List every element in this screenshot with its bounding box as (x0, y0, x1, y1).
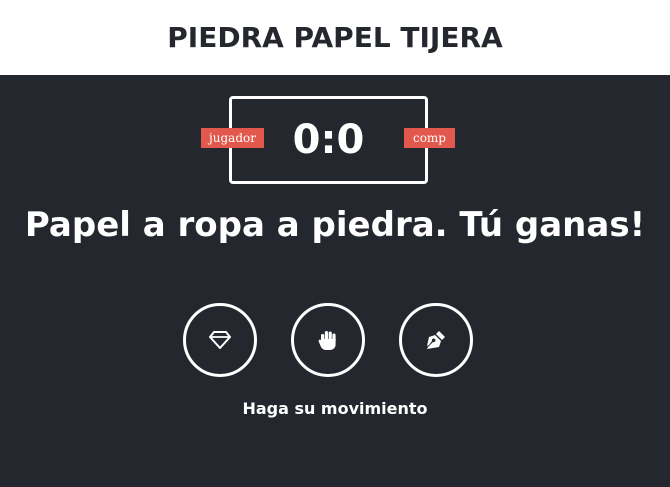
score-display: 0:0 (292, 117, 365, 163)
result-message: Papel a ropa a piedra. Tú ganas! (24, 205, 646, 245)
pen-nib-icon (424, 328, 448, 352)
action-prompt: Haga su movimiento (242, 399, 428, 418)
app-header: PIEDRA PAPEL TIJERA (0, 0, 670, 75)
user-label-badge: jugador (201, 128, 264, 148)
rock-button[interactable] (183, 303, 257, 377)
choices-row (0, 303, 670, 377)
page-title: PIEDRA PAPEL TIJERA (167, 21, 503, 54)
hand-icon (316, 328, 340, 352)
gem-icon (209, 330, 231, 350)
comp-label-badge: comp (404, 128, 455, 148)
paper-button[interactable] (291, 303, 365, 377)
scissors-button[interactable] (399, 303, 473, 377)
